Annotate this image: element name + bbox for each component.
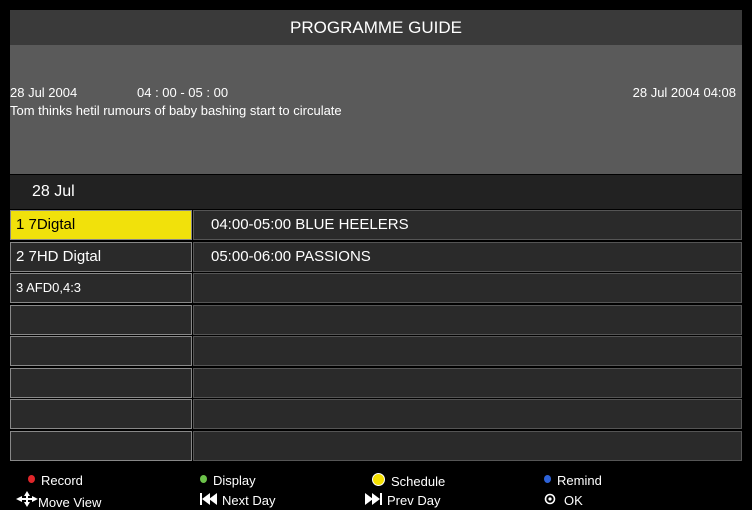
fast-forward-icon-svg: [365, 493, 382, 505]
programme-list: 04:00-05:00 BLUE HEELERS 05:00-06:00 PAS…: [193, 210, 742, 462]
programme-row[interactable]: [193, 430, 742, 461]
channel-label: 2 7HD Digtal: [16, 247, 102, 265]
programme-label: 05:00-06:00 PASSIONS: [211, 247, 371, 265]
skip-back-icon: [200, 493, 222, 508]
blue-button-icon: [544, 475, 551, 483]
key-legend: Record Display Schedule Remind Move View…: [0, 470, 752, 510]
ok-icon: [544, 493, 564, 508]
page-title: PROGRAMME GUIDE: [290, 18, 462, 37]
programme-row[interactable]: [193, 336, 742, 366]
record-label: Record: [41, 473, 83, 488]
channel-row[interactable]: [10, 367, 192, 398]
prev-day-label: Prev Day: [387, 493, 441, 508]
schedule-key[interactable]: Schedule: [372, 473, 445, 489]
ok-label: OK: [564, 493, 583, 508]
programme-description: Tom thinks hetil rumours of baby bashing…: [10, 103, 342, 118]
channel-row[interactable]: 2 7HD Digtal: [10, 241, 192, 272]
arrows-icon-svg: [16, 491, 38, 507]
next-day-key[interactable]: Next Day: [200, 493, 275, 508]
display-key[interactable]: Display: [200, 473, 256, 488]
schedule-label: Schedule: [391, 474, 446, 489]
remind-key[interactable]: Remind: [544, 473, 602, 488]
move-view-key[interactable]: Move View: [16, 491, 101, 510]
day-label: 28 Jul: [32, 183, 75, 200]
title-bar: PROGRAMME GUIDE: [10, 10, 742, 45]
channel-list: 1 7Digtal 2 7HD Digtal 3 AFD0,4:3: [10, 210, 192, 462]
programme-row[interactable]: 05:00-06:00 PASSIONS: [193, 241, 742, 272]
info-time: 04 : 00 - 05 : 00: [137, 85, 229, 100]
programme-row[interactable]: [193, 273, 742, 303]
channel-row[interactable]: [10, 399, 192, 429]
prev-day-key[interactable]: Prev Day: [365, 493, 440, 508]
programme-label: 04:00-05:00 BLUE HEELERS: [211, 216, 409, 233]
record-key[interactable]: Record: [28, 473, 83, 488]
channel-row[interactable]: [10, 430, 192, 461]
info-date: 28 Jul 2004: [10, 85, 78, 100]
channel-row-selected[interactable]: 1 7Digtal: [10, 210, 192, 240]
channel-row[interactable]: [10, 304, 192, 335]
channel-row[interactable]: 3 AFD0,4:3: [10, 273, 192, 303]
red-button-icon: [28, 475, 35, 483]
channel-label: 3 AFD0,4:3: [16, 280, 82, 295]
display-label: Display: [213, 473, 256, 488]
ok-icon-svg: [544, 493, 556, 505]
programme-row[interactable]: [193, 304, 742, 335]
current-datetime: 28 Jul 2004 04:08: [632, 85, 736, 100]
next-day-label: Next Day: [222, 493, 276, 508]
move-view-label: Move View: [38, 495, 102, 510]
programme-info-panel: 28 Jul 2004 04 : 00 - 05 : 00 28 Jul 200…: [10, 45, 742, 174]
programme-row[interactable]: 04:00-05:00 BLUE HEELERS: [193, 210, 742, 240]
programme-row[interactable]: [193, 367, 742, 398]
channel-label: 1 7Digtal: [16, 216, 76, 233]
yellow-button-icon: [372, 473, 385, 486]
fast-forward-icon: [365, 493, 387, 508]
remind-label: Remind: [557, 473, 602, 488]
channel-row[interactable]: [10, 336, 192, 366]
programme-row[interactable]: [193, 399, 742, 429]
skip-back-icon-svg: [200, 493, 217, 505]
day-header: 28 Jul: [10, 175, 742, 209]
arrows-icon: [16, 491, 38, 510]
ok-key[interactable]: OK: [544, 493, 583, 508]
green-button-icon: [200, 475, 207, 483]
